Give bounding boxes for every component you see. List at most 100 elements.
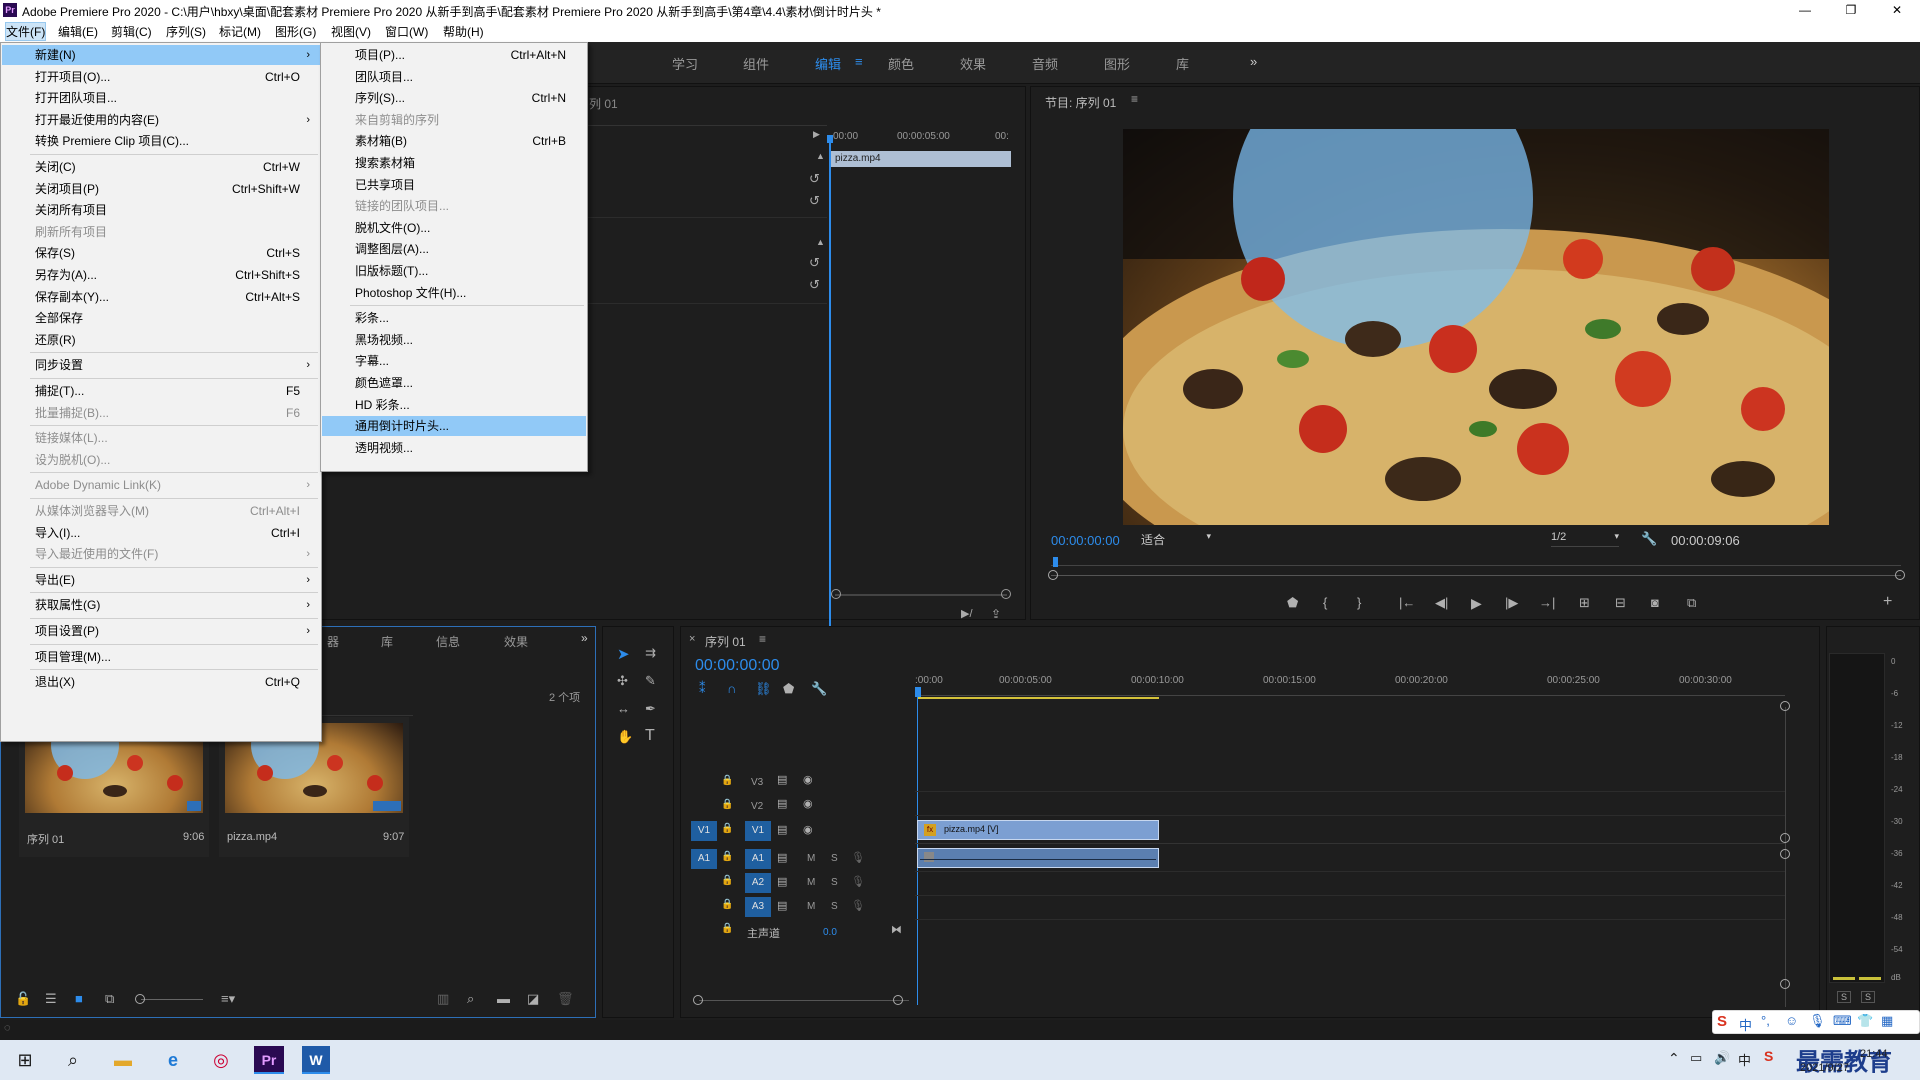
track-label-v3[interactable]: V3 (751, 777, 763, 788)
network-icon[interactable]: ▭ (1690, 1050, 1702, 1066)
program-ruler[interactable] (1051, 565, 1901, 566)
track-label-v1[interactable]: V1 (745, 821, 771, 841)
workspace-assembly[interactable]: 组件 (743, 54, 769, 73)
hand-tool-icon[interactable]: ✋ (617, 729, 633, 745)
track-label-a1[interactable]: A1 (745, 849, 771, 869)
video-clip[interactable]: fx pizza.mp4 [V] (917, 820, 1159, 840)
workspace-more-icon[interactable]: » (1250, 54, 1257, 69)
file-menu-item[interactable]: 关闭项目(P) Ctrl+Shift+W (2, 179, 320, 199)
track-select-tool-icon[interactable]: ⇉ (645, 645, 656, 661)
workspace-audio[interactable]: 音频 (1032, 54, 1058, 73)
file-menu-item[interactable]: 打开团队项目... (2, 88, 320, 108)
zoom-handle-left[interactable] (1048, 570, 1058, 580)
sync-lock-icon[interactable]: ▤ (777, 773, 787, 786)
mute-button[interactable]: M (807, 877, 815, 888)
file-menu-item[interactable]: 保存副本(Y)... Ctrl+Alt+S (2, 287, 320, 307)
program-timecode[interactable]: 00:00:00:00 (1051, 533, 1120, 548)
scroll-handle-left[interactable] (831, 589, 841, 599)
eye-icon[interactable]: ◉ (803, 823, 813, 836)
fit-dropdown[interactable]: 适合 ▾ (1141, 531, 1211, 547)
premiere-taskbar-icon[interactable]: Pr (254, 1046, 284, 1074)
selection-tool-icon[interactable]: ➤ (617, 645, 630, 663)
mic-icon[interactable]: 🎙 (851, 875, 865, 888)
new-item-icon[interactable]: ◪ (527, 991, 539, 1007)
sync-lock-icon[interactable]: ▤ (777, 851, 787, 864)
program-playhead[interactable] (1053, 557, 1058, 567)
menu-marker[interactable]: 标记(M) (219, 23, 261, 40)
close-tab-icon[interactable]: × (689, 633, 695, 645)
find-icon[interactable]: ⌕ (467, 991, 474, 1007)
new-submenu-item[interactable]: 黑场视频... (322, 330, 586, 350)
magnet-icon[interactable]: ∩ (727, 681, 736, 696)
emoji-icon[interactable]: ☺ (1785, 1013, 1798, 1028)
app-icon[interactable]: ◎ (204, 1046, 238, 1074)
scroll-handle[interactable] (1780, 979, 1790, 989)
file-menu-item[interactable]: 全部保存 (2, 308, 320, 328)
lock-track-icon[interactable]: 🔒 (721, 799, 733, 810)
workspace-editing[interactable]: 编辑 (815, 54, 841, 73)
add-marker-icon[interactable]: ⬟ (783, 681, 794, 697)
lock-track-icon[interactable]: 🔒 (721, 923, 733, 934)
audio-clip[interactable] (917, 848, 1159, 868)
panel-menu-icon[interactable]: ≡ (759, 632, 766, 646)
scroll-handle[interactable] (1780, 833, 1790, 843)
timeline-tab[interactable]: 序列 01 (705, 633, 746, 650)
sync-lock-icon[interactable]: ▤ (777, 899, 787, 912)
track-label-v2[interactable]: V2 (751, 801, 763, 812)
file-menu-item[interactable]: 同步设置 › (2, 355, 320, 375)
file-menu-item[interactable]: 获取属性(G) › (2, 595, 320, 615)
file-menu-item[interactable]: 新建(N) › (2, 45, 320, 65)
play-icon[interactable]: ▶ (1471, 595, 1482, 612)
tab-media-browser[interactable]: 器 (327, 633, 339, 650)
new-submenu-item[interactable]: 旧版标题(T)... (322, 261, 586, 281)
file-menu-item[interactable]: 链接媒体(L)... (2, 428, 320, 448)
file-menu-item[interactable]: Adobe Dynamic Link(K) › (2, 475, 320, 495)
slip-tool-icon[interactable]: ↔ (617, 701, 630, 716)
mute-button[interactable]: M (807, 901, 815, 912)
timeline-playhead-handle[interactable] (915, 687, 921, 697)
list-view-icon[interactable]: ☰ (45, 991, 57, 1007)
track-label-a2[interactable]: A2 (745, 873, 771, 893)
menu-file[interactable]: 文件(F) (4, 22, 47, 41)
solo-right-button[interactable]: S (1861, 991, 1875, 1003)
new-submenu-item[interactable]: 素材箱(B) Ctrl+B (322, 131, 586, 151)
new-submenu-item[interactable]: 通用倒计时片头... (322, 416, 586, 437)
file-menu-item[interactable]: 退出(X) Ctrl+Q (2, 672, 320, 692)
eye-icon[interactable]: ◉ (803, 773, 813, 786)
master-volume-value[interactable]: 0.0 (823, 927, 837, 938)
lock-icon[interactable]: 🔓 (15, 991, 31, 1007)
file-menu-item[interactable]: 刷新所有项目 (2, 222, 320, 242)
solo-button[interactable]: S (831, 853, 838, 864)
razor-tool-icon[interactable]: ✎ (645, 673, 656, 689)
file-menu-item[interactable]: 转换 Premiere Clip 项目(C)... (2, 131, 320, 151)
eye-icon[interactable]: ◉ (803, 797, 813, 810)
workspace-libraries[interactable]: 库 (1176, 54, 1189, 73)
work-area-bar[interactable] (917, 697, 1159, 699)
ripple-edit-tool-icon[interactable]: ✣ (617, 673, 628, 689)
word-taskbar-icon[interactable]: W (302, 1046, 330, 1074)
menu-help[interactable]: 帮助(H) (443, 23, 484, 40)
maximize-button[interactable]: ❐ (1828, 0, 1874, 20)
play-arrow-icon[interactable]: ▶ (813, 129, 820, 140)
lock-track-icon[interactable]: 🔒 (721, 875, 733, 886)
sort-icon[interactable]: ≡▾ (221, 991, 235, 1007)
menu-window[interactable]: 窗口(W) (385, 23, 428, 40)
sync-lock-icon[interactable]: ▤ (777, 875, 787, 888)
workspace-graphics[interactable]: 图形 (1104, 54, 1130, 73)
mute-button[interactable]: M (807, 853, 815, 864)
file-menu-item[interactable]: 批量捕捉(B)... F6 (2, 403, 320, 423)
solo-button[interactable]: S (831, 901, 838, 912)
lock-track-icon[interactable]: 🔒 (721, 823, 733, 834)
scroll-handle[interactable] (1780, 849, 1790, 859)
resolution-dropdown[interactable]: 1/2 ▾ (1551, 531, 1619, 547)
collapse-up-icon[interactable]: ▲ (816, 151, 825, 161)
sync-lock-icon[interactable]: ▤ (777, 823, 787, 836)
new-submenu-item[interactable]: 颜色遮罩... (322, 373, 586, 393)
lift-icon[interactable]: ⊞ (1579, 595, 1590, 611)
program-zoom-bar[interactable] (1051, 575, 1901, 576)
workspace-effects[interactable]: 效果 (960, 54, 986, 73)
file-menu-item[interactable]: 从媒体浏览器导入(M) Ctrl+Alt+I (2, 501, 320, 521)
lock-track-icon[interactable]: 🔒 (721, 775, 733, 786)
ime-toolbar[interactable]: S 中 °, ☺ 🎙 ⌨ 👕 ▦ (1712, 1010, 1920, 1034)
file-menu-item[interactable]: 捕捉(T)... F5 (2, 381, 320, 401)
